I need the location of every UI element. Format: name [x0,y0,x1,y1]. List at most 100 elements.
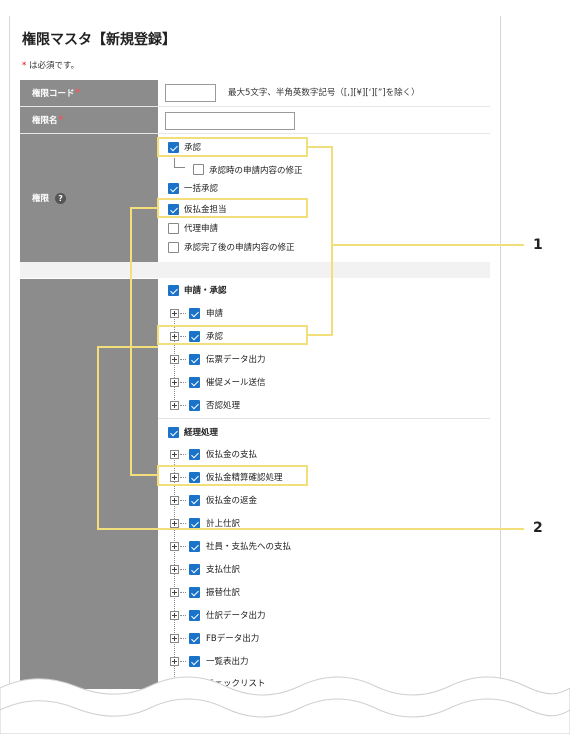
expand-icon[interactable] [170,519,179,528]
checkbox-group-apply-approve[interactable] [168,285,179,296]
code-label-text: 権限コード [32,89,75,99]
permission-label-post-approval-edit: 承認完了後の申請内容の修正 [184,243,295,253]
name-cell [158,107,490,133]
code-hint: 最大5文字、半角英数字記号（[,][¥][‘][”]を除く） [228,88,420,98]
page-title: 権限マスタ【新規登録】 [22,32,176,48]
callout-line [307,334,333,336]
tree-connector [180,546,186,547]
checkbox-menu-advance-pay[interactable] [189,449,200,460]
tree-connector [180,661,186,662]
expand-icon[interactable] [170,355,179,364]
tree-connector [180,313,186,314]
menu-label-voucher-export: 伝票データ出力 [206,355,266,365]
highlight-menu-approve [157,325,308,345]
tree-connector [174,158,185,168]
tree-connector [180,405,186,406]
menu-label-payment-journal: 支払仕訳 [206,565,241,575]
checkbox-menu-transfer-journal[interactable] [189,587,200,598]
checkbox-proxy-apply[interactable] [168,223,179,234]
expand-icon[interactable] [170,496,179,505]
required-note-text: は必須です。 [26,61,80,71]
name-label-text: 権限名 [32,116,58,126]
permission-label-bulk-approve: 一括承認 [184,184,219,194]
expand-icon[interactable] [170,657,179,666]
tree-connector [180,592,186,593]
expand-icon[interactable] [170,634,179,643]
checkbox-menu-fb-export[interactable] [189,633,200,644]
callout-line [97,346,99,530]
menu-label-advance-pay: 仮払金の支払 [206,450,258,460]
checkbox-menu-voucher-export[interactable] [189,354,200,365]
menu-label-reminder-mail: 催促メール送信 [206,378,266,388]
callout-line [331,244,524,246]
tree-connector [180,638,186,639]
tree-connector [180,615,186,616]
group-label-apply-approve: 申請・承認 [184,286,227,296]
menu-label-advance-refund: 仮払金の返金 [206,496,258,506]
menu-label-employee-payment: 社員・支払先への支払 [206,542,292,552]
menu-label-apply: 申請 [206,309,224,319]
code-input[interactable] [165,84,216,102]
callout-line [97,528,524,530]
callout-line [130,207,158,209]
menu-label-fb-export: FBデータ出力 [206,634,260,644]
group-divider [158,418,490,419]
callout-line [307,146,333,148]
permission-label-approve-edit: 承認時の申請内容の修正 [209,166,303,176]
callout-line [331,146,333,336]
checkbox-menu-payment-journal[interactable] [189,564,200,575]
tree-connector [180,523,186,524]
tree-connector [180,454,186,455]
help-icon[interactable]: ? [55,192,67,204]
expand-icon[interactable] [170,450,179,459]
name-input[interactable] [165,112,295,130]
checkbox-menu-reminder-mail[interactable] [189,377,200,388]
menu-label-journal-export: 仕訳データ出力 [206,611,266,621]
group-label-accounting: 経理処理 [184,428,219,438]
checkbox-menu-advance-refund[interactable] [189,495,200,506]
checkbox-approve-edit[interactable] [193,164,204,175]
expand-icon[interactable] [170,588,179,597]
expand-icon[interactable] [170,378,179,387]
expand-icon[interactable] [170,401,179,410]
code-row: 権限コード * 最大5文字、半角英数字記号（[,][¥][‘][”]を除く） [20,80,490,107]
required-mark: * [58,115,63,125]
checkbox-menu-employee-payment[interactable] [189,541,200,552]
checkbox-menu-apply[interactable] [189,308,200,319]
menu-label-reject: 否認処理 [206,401,241,411]
checkbox-menu-reject[interactable] [189,400,200,411]
expand-icon[interactable] [170,542,179,551]
highlight-approve [157,137,308,157]
torn-edge [0,676,570,734]
section-gap [20,262,490,278]
tree-connector [180,359,186,360]
permission-label-text: 権限 [32,194,50,204]
tree-connector [180,382,186,383]
checkbox-menu-list-export[interactable] [189,656,200,667]
menu-header-cell [20,279,158,689]
callout-1: 1 [533,237,543,253]
code-label: 権限コード * [20,80,158,106]
tree-connector [180,500,186,501]
name-label: 権限名 * [20,107,158,133]
callout-line [97,346,158,348]
highlight-menu-advance-settlement [157,465,308,486]
callout-line [130,474,158,476]
checkbox-group-accounting[interactable] [168,427,179,438]
permission-label-proxy-apply: 代理申請 [184,224,219,234]
menu-label-transfer-journal: 振替仕訳 [206,588,241,598]
expand-icon[interactable] [170,611,179,620]
checkbox-menu-journal-export[interactable] [189,610,200,621]
expand-icon[interactable] [170,565,179,574]
code-cell: 最大5文字、半角英数字記号（[,][¥][‘][”]を除く） [158,80,490,106]
required-note: * は必須です。 [22,59,79,71]
expand-icon[interactable] [170,309,179,318]
tree-connector [180,569,186,570]
name-row: 権限名 * [20,107,490,134]
checkbox-bulk-approve[interactable] [168,183,179,194]
highlight-advance-payment [157,198,308,218]
checkbox-post-approval-edit[interactable] [168,242,179,253]
permission-label: 権限? [20,134,158,262]
menu-label-list-export: 一覧表出力 [206,657,249,667]
required-mark: * [75,88,80,98]
